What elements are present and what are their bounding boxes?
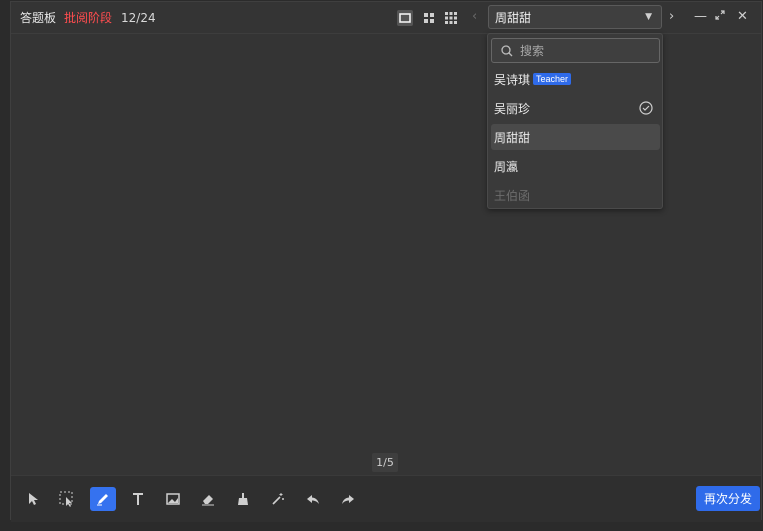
page-indicator: 1/5	[372, 453, 398, 472]
image-icon	[166, 493, 180, 505]
stage-label: 批阅阶段	[64, 11, 113, 25]
close-icon[interactable]: ✕	[737, 9, 748, 24]
student-option[interactable]: 吴诗琪 Teacher	[491, 66, 660, 92]
student-name: 王伯函	[494, 188, 531, 203]
student-name: 吴诗琪	[494, 72, 531, 87]
eraser-icon	[202, 495, 214, 506]
redo-icon	[342, 495, 354, 504]
image-tool-button[interactable]	[160, 487, 186, 511]
student-option-disabled: 王伯函	[491, 182, 660, 208]
text-icon	[133, 493, 143, 505]
grid-4-icon	[424, 13, 434, 23]
redistribute-button[interactable]: 再次分发	[696, 486, 760, 511]
student-option-selected[interactable]: 周甜甜	[491, 124, 660, 150]
student-option[interactable]: 吴丽珍	[491, 95, 660, 121]
undo-tool-button[interactable]	[300, 487, 326, 511]
clear-brush-tool-button[interactable]	[230, 487, 256, 511]
prev-student-icon[interactable]: ‹	[472, 9, 477, 24]
student-name: 周甜甜	[494, 130, 531, 145]
student-dropdown: 吴诗琪 Teacher 吴丽珍 周甜甜 周瀛 王伯函	[487, 33, 663, 209]
search-box	[491, 38, 660, 63]
magic-wand-icon	[272, 493, 284, 505]
student-select-value: 周甜甜	[495, 10, 532, 25]
marquee-select-icon	[59, 491, 73, 507]
grid-9-view-button[interactable]	[443, 10, 459, 26]
pen-tool-button[interactable]	[90, 487, 116, 511]
teacher-badge: Teacher	[533, 73, 572, 85]
next-student-icon[interactable]: ›	[669, 9, 674, 24]
pointer-icon	[29, 493, 38, 505]
caret-down-icon: ▼	[645, 12, 652, 22]
check-circle-icon	[639, 101, 653, 115]
clear-brush-icon	[238, 493, 248, 505]
text-tool-button[interactable]	[125, 487, 151, 511]
drawing-toolbar: 再次分发	[11, 475, 761, 522]
pointer-tool-button[interactable]	[20, 487, 46, 511]
student-name: 周瀛	[494, 159, 519, 174]
answer-board-window: 答题板 批阅阶段 12/24 ‹ 周甜甜 ▼ › — ✕ 搜索 吴诗琪 Teac…	[10, 1, 762, 522]
header-bar: 答题板 批阅阶段 12/24 ‹ 周甜甜 ▼ › — ✕	[11, 2, 761, 34]
window-title: 答题板	[20, 11, 57, 25]
expand-icon[interactable]	[715, 9, 725, 24]
single-view-button[interactable]	[397, 10, 413, 26]
undo-icon	[307, 495, 319, 504]
pen-icon	[97, 494, 108, 506]
eraser-tool-button[interactable]	[195, 487, 221, 511]
grid-4-view-button[interactable]	[421, 10, 437, 26]
single-view-icon	[399, 13, 411, 23]
search-icon	[501, 44, 513, 56]
search-input[interactable]	[518, 42, 652, 59]
magic-wand-tool-button[interactable]	[265, 487, 291, 511]
student-name: 吴丽珍	[494, 101, 531, 116]
marquee-select-tool-button[interactable]	[54, 487, 80, 511]
student-select[interactable]: 周甜甜 ▼	[488, 5, 662, 29]
grid-9-icon	[445, 12, 457, 24]
minimize-icon[interactable]: —	[694, 9, 707, 24]
expand-icon-glyph	[715, 10, 725, 20]
student-option[interactable]: 周瀛	[491, 153, 660, 179]
redo-tool-button[interactable]	[335, 487, 361, 511]
progress-counter: 12/24	[121, 10, 156, 25]
